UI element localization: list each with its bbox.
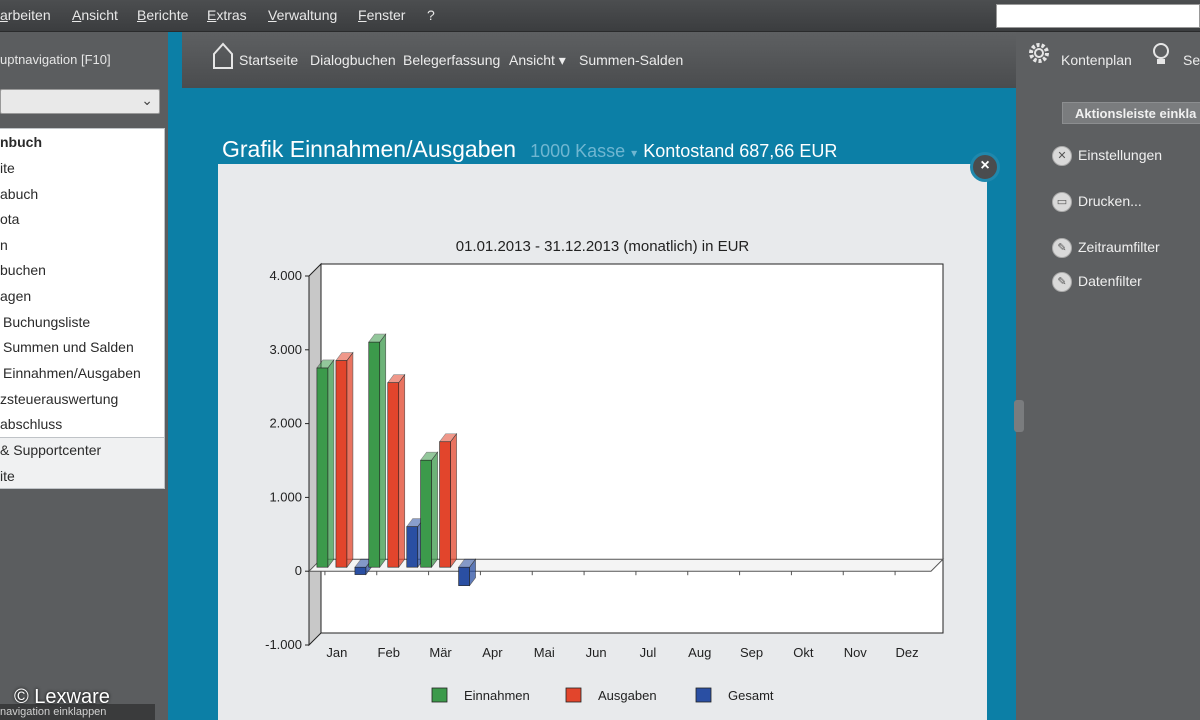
toolbar-service[interactable]: Se [1183, 52, 1200, 68]
action-label: Drucken... [1078, 193, 1142, 209]
y-tick-label: 2.000 [269, 416, 302, 431]
y-tick-label: 3.000 [269, 342, 302, 357]
nav-item-buchen[interactable]: buchen [0, 262, 46, 278]
nav-sub: & Supportcenter ite [0, 437, 165, 489]
print-icon: ▭ [1052, 192, 1072, 212]
search-input[interactable] [996, 4, 1200, 28]
nav-header: uptnavigation [F10] [0, 52, 111, 67]
y-tick-label: 0 [295, 563, 302, 578]
x-tick-label: Jan [326, 645, 347, 660]
bar-ausgaben [387, 373, 406, 569]
toolbar-ansicht[interactable]: Ansicht ▾ [509, 52, 566, 69]
x-tick-label: Jun [586, 645, 607, 660]
nav-item-kassenbuch-sub[interactable]: abuch [0, 186, 38, 202]
legend-label: Gesamt [728, 688, 774, 703]
chart: 4.000 3.000 2.000 1.000 0 -1.000 Jan Feb Mär Apr M… [265, 262, 945, 703]
bar-einnahmen [368, 333, 387, 569]
chevron-down-icon: ⌄ [141, 92, 153, 108]
zero-plane [307, 558, 945, 572]
nav-item-jahresabschluss[interactable]: abschluss [0, 416, 62, 432]
menu-verwaltung[interactable]: Verwaltung [268, 7, 337, 23]
title-main: Grafik Einnahmen/Ausgaben [222, 136, 517, 162]
nav-item-quota[interactable]: ota [0, 211, 19, 227]
account-balance: Kontostand 687,66 EUR [643, 141, 838, 161]
toolbar: Startseite Dialogbuchen Belegerfassung A… [182, 32, 1016, 88]
toolbar-summen-salden[interactable]: Summen-Salden [579, 52, 683, 68]
nav-item-kassenbuch[interactable]: nbuch [0, 134, 42, 150]
chart-panel: 01.01.2013 - 31.12.2013 (monatlich) in E… [218, 164, 987, 720]
home-icon[interactable] [212, 42, 234, 70]
splitter-handle[interactable] [1014, 400, 1024, 432]
nav-item-n[interactable]: n [0, 237, 8, 253]
lightbulb-icon[interactable] [1152, 42, 1170, 68]
menu-bar: arbeiten Ansicht Berichte Extras Verwalt… [0, 0, 1200, 32]
action-bar: Kontenplan Se Aktionsleiste einkla ✕ Ein… [1016, 32, 1200, 720]
content-area: Startseite Dialogbuchen Belegerfassung A… [168, 32, 1016, 720]
menu-help[interactable]: ? [427, 7, 435, 23]
nav-item-summen-salden[interactable]: Summen und Salden [3, 339, 134, 355]
menu-ansicht[interactable]: Ansicht [72, 7, 118, 23]
bar-ausgaben [335, 351, 354, 569]
tools-icon: ✕ [1052, 146, 1072, 166]
legend-swatch [695, 687, 712, 703]
action-label: Einstellungen [1078, 147, 1163, 163]
close-button[interactable]: × [970, 152, 1000, 182]
copyright-watermark: © Lexware [14, 686, 110, 708]
y-tick-label: -1.000 [265, 637, 302, 652]
gear-icon[interactable] [1026, 40, 1052, 66]
action-bar-collapse-button[interactable]: Aktionsleiste einkla [1062, 102, 1200, 124]
x-tick-label: Aug [688, 645, 711, 660]
pencil-icon: ✎ [1052, 272, 1072, 292]
x-tick-label: Sep [740, 645, 763, 660]
x-tick-label: Nov [844, 645, 868, 660]
menu-extras[interactable]: Extras [207, 7, 247, 23]
x-tick-label: Mai [534, 645, 555, 660]
nav-select[interactable]: ⌄ [0, 89, 160, 114]
pencil-icon: ✎ [1052, 238, 1072, 258]
account-selector[interactable]: 1000 Kasse [530, 141, 625, 161]
nav-item-umsatzsteuer[interactable]: zsteuerauswertung [0, 391, 118, 407]
bar-ausgaben [438, 432, 458, 569]
bar-einnahmen [419, 451, 439, 569]
nav-item-einnahmen-ausgaben[interactable]: Einnahmen/Ausgaben [3, 365, 141, 381]
menu-fenster[interactable]: Fenster [358, 7, 405, 23]
bar-einnahmen [316, 359, 335, 569]
close-icon: × [980, 157, 990, 174]
toolbar-belegerfassung[interactable]: Belegerfassung [403, 52, 500, 68]
nav-item-buchungsliste[interactable]: Buchungsliste [3, 314, 90, 330]
x-tick-label: Okt [793, 645, 814, 660]
x-tick-label: Feb [378, 645, 400, 660]
toolbar-kontenplan[interactable]: Kontenplan [1061, 52, 1132, 68]
nav-tree: nbuch ite abuch ota n buchen agen Buchun… [0, 128, 165, 438]
action-label: Zeitraumfilter [1078, 239, 1160, 255]
chevron-down-icon[interactable]: ▾ [631, 146, 637, 160]
nav-item-auswertungen[interactable]: agen [0, 288, 31, 304]
x-tick-label: Apr [482, 645, 503, 660]
action-label: Datenfilter [1078, 273, 1142, 289]
legend-swatch [431, 687, 448, 703]
plot-area [320, 263, 944, 634]
x-tick-label: Dez [896, 645, 919, 660]
nav-item-supportcenter[interactable]: & Supportcenter [0, 442, 101, 458]
menu-bearbeiten[interactable]: arbeiten [0, 7, 51, 23]
action-bar-collapse-label: Aktionsleiste einkla [1075, 106, 1197, 121]
x-tick-label: Jul [640, 645, 657, 660]
toolbar-dialogbuchen[interactable]: Dialogbuchen [310, 52, 396, 68]
legend-label: Einnahmen [464, 688, 530, 703]
nav-item-webseite[interactable]: ite [0, 468, 15, 484]
y-tick-label: 4.000 [269, 268, 302, 283]
legend-label: Ausgaben [598, 688, 657, 703]
main-navigation: uptnavigation [F10] ⌄ nbuch ite abuch ot… [0, 32, 168, 720]
toolbar-startseite[interactable]: Startseite [239, 52, 298, 68]
nav-item-startseite[interactable]: ite [0, 160, 15, 176]
x-tick-label: Mär [429, 645, 452, 660]
y-tick-label: 1.000 [269, 489, 302, 504]
page-title: Grafik Einnahmen/Ausgaben 1000 Kasse ▾ Kont… [222, 136, 837, 163]
legend-swatch [565, 687, 582, 703]
menu-berichte[interactable]: Berichte [137, 7, 188, 23]
